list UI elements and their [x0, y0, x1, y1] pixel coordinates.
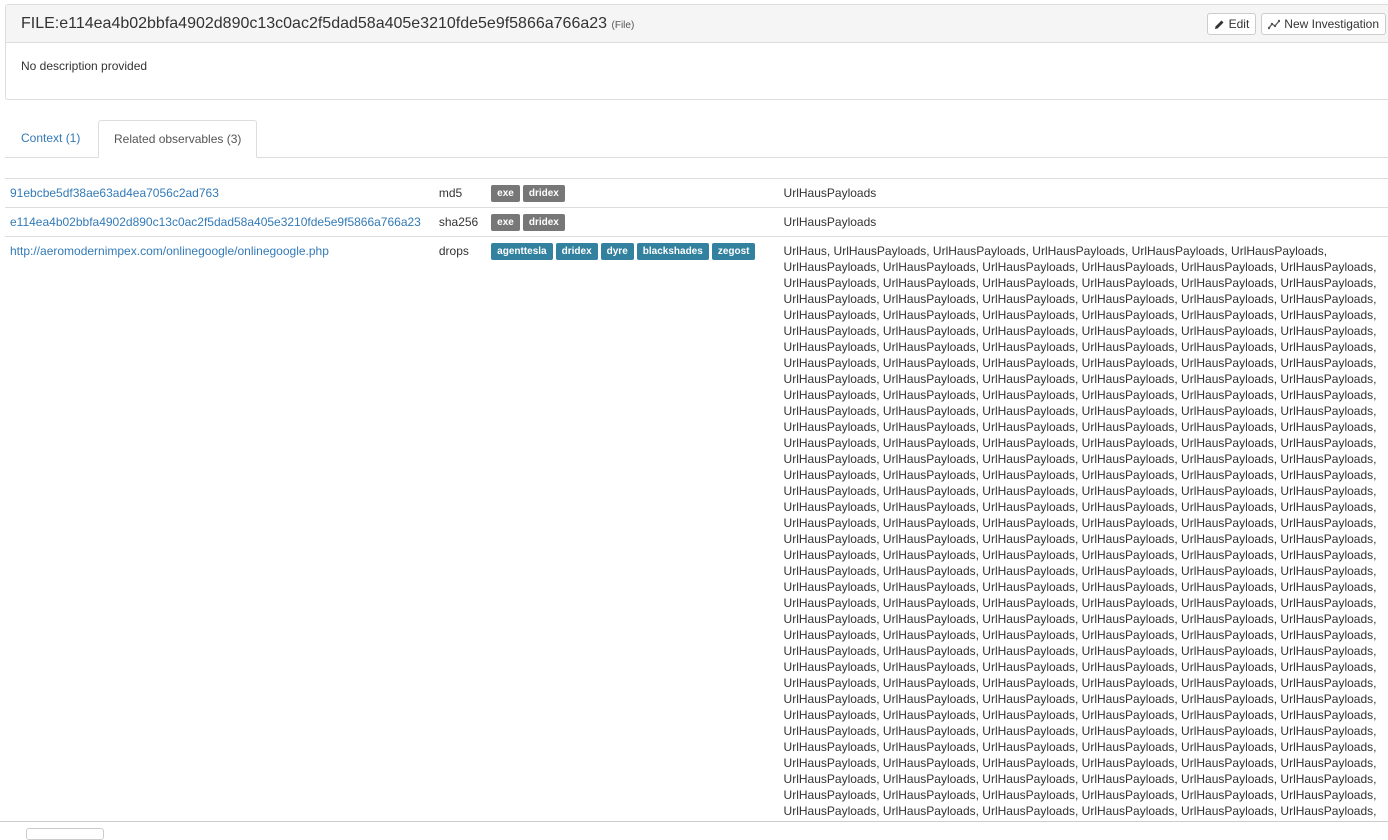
observable-link[interactable]: 91ebcbe5df38ae63ad4ea7056c2ad763: [10, 186, 219, 200]
bottom-divider: [0, 821, 1388, 834]
tag-badge[interactable]: exe: [491, 214, 520, 231]
tag-list: agenttesla dridex dyre blackshades zegos…: [491, 243, 773, 260]
table-row: http://aeromodernimpex.com/onlinegoogle/…: [5, 237, 1388, 840]
description: No description provided: [6, 43, 1388, 89]
tab-bar: Context (1) Related observables (3): [5, 120, 1388, 158]
observable-link[interactable]: e114ea4b02bbfa4902d890c13c0ac2f5dad58a40…: [10, 215, 421, 229]
tag-badge[interactable]: dridex: [523, 185, 565, 202]
sources-cell: UrlHaus, UrlHausPayloads, UrlHausPayload…: [779, 237, 1388, 840]
edit-button[interactable]: Edit: [1207, 13, 1257, 35]
observable-link[interactable]: http://aeromodernimpex.com/onlinegoogle/…: [10, 244, 329, 258]
relation-cell: sha256: [434, 208, 486, 237]
tag-badge[interactable]: dyre: [601, 243, 634, 260]
observable-title: FILE:e114ea4b02bbfa4902d890c13c0ac2f5dad…: [21, 15, 607, 32]
observable-panel: FILE:e114ea4b02bbfa4902d890c13c0ac2f5dad…: [5, 4, 1388, 100]
table-row: e114ea4b02bbfa4902d890c13c0ac2f5dad58a40…: [5, 208, 1388, 237]
tag-badge[interactable]: agenttesla: [491, 243, 552, 260]
tag-badge[interactable]: exe: [491, 185, 520, 202]
investigation-icon: [1268, 19, 1280, 30]
tab-context[interactable]: Context (1): [6, 120, 95, 158]
tag-badge[interactable]: dridex: [523, 214, 565, 231]
sources-cell: UrlHausPayloads: [779, 208, 1388, 237]
related-observables-table: 91ebcbe5df38ae63ad4ea7056c2ad763 md5 exe…: [5, 178, 1388, 840]
tag-list: exe dridex: [491, 214, 773, 231]
pencil-icon: [1214, 19, 1225, 30]
panel-heading: FILE:e114ea4b02bbfa4902d890c13c0ac2f5dad…: [6, 5, 1388, 43]
relation-cell: md5: [434, 179, 486, 208]
new-investigation-label: New Investigation: [1284, 17, 1379, 31]
new-investigation-button[interactable]: New Investigation: [1261, 13, 1386, 35]
tab-related-observables[interactable]: Related observables (3): [98, 120, 257, 158]
observable-type: (File): [612, 20, 635, 31]
sources-cell: UrlHausPayloads: [779, 179, 1388, 208]
table-row: 91ebcbe5df38ae63ad4ea7056c2ad763 md5 exe…: [5, 179, 1388, 208]
tag-badge[interactable]: dridex: [556, 243, 598, 260]
relation-cell: drops: [434, 237, 486, 840]
bottom-button[interactable]: [26, 828, 104, 840]
page-title: FILE:e114ea4b02bbfa4902d890c13c0ac2f5dad…: [21, 15, 634, 33]
tag-badge[interactable]: zegost: [712, 243, 756, 260]
tag-badge[interactable]: blackshades: [637, 243, 709, 260]
edit-label: Edit: [1229, 17, 1250, 31]
tag-list: exe dridex: [491, 185, 773, 202]
